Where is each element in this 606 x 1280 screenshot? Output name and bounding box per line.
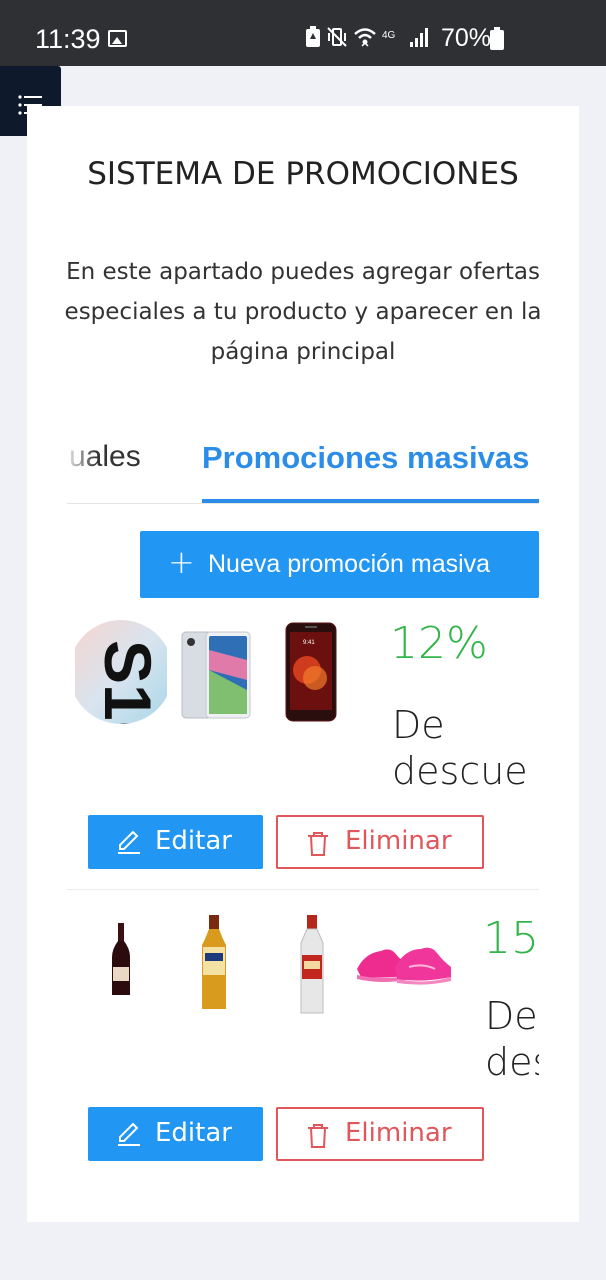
tab-promociones-masivas[interactable]: Promociones masivas [202, 440, 529, 476]
page-title: SISTEMA DE PROMOCIONES [87, 156, 519, 192]
tab-bar: uales Promociones masivas [67, 410, 539, 504]
edit-label: Editar [155, 1118, 232, 1148]
battery-percentage: 70% [441, 24, 492, 52]
delete-label: Eliminar [345, 826, 452, 856]
promotion-card-1: S10 9:41 12% De descue [67, 610, 539, 805]
product-thumbnail-wine-bottle [109, 923, 133, 997]
promotion-caption-line2: descue [392, 749, 528, 793]
4g-icon: 4G [382, 26, 404, 53]
new-mass-promotion-label: Nueva promoción masiva [208, 550, 491, 578]
pencil-icon [118, 1122, 140, 1146]
trash-icon [308, 832, 328, 856]
svg-text:9:41: 9:41 [303, 640, 315, 646]
page-description: En este apartado puedes agregar ofertas … [64, 259, 542, 365]
battery-icon [490, 27, 504, 50]
wifi-icon [353, 26, 377, 53]
gallery-icon [108, 30, 127, 47]
promotion-percent: 12% [390, 618, 488, 669]
product-thumbnail-iphone-8: 9:41 [285, 622, 337, 722]
delete-label: Eliminar [345, 1118, 452, 1148]
edit-promotion-button[interactable]: Editar [88, 1107, 263, 1161]
product-thumbnail-tequila-bottle [199, 915, 229, 1011]
vibrate-icon [326, 26, 348, 53]
plus-icon: + [168, 543, 195, 581]
signal-icon [409, 26, 429, 53]
promotion-caption-line2: des [485, 1040, 539, 1084]
promotion-caption-line1: De [485, 994, 538, 1038]
promotion-divider [67, 889, 539, 890]
trash-icon [308, 1124, 328, 1148]
svg-text:S10: S10 [91, 640, 165, 725]
delete-promotion-button[interactable]: Eliminar [276, 815, 484, 869]
product-thumbnail-galaxy-s10: S10 [75, 620, 167, 725]
delete-promotion-button[interactable]: Eliminar [276, 1107, 484, 1161]
status-bar: 11:39 4G 70% [0, 0, 606, 66]
tab-active-indicator [202, 499, 539, 503]
pencil-icon [118, 830, 140, 854]
status-time: 11:39 [35, 24, 101, 54]
product-thumbnail-pink-sneakers [355, 939, 453, 987]
product-thumbnail-vodka-bottle [297, 915, 327, 1015]
promotion-card-2: 15% De des [67, 905, 539, 1095]
edit-label: Editar [155, 826, 232, 856]
product-thumbnail-galaxy-a71 [180, 630, 252, 720]
new-mass-promotion-button[interactable]: + Nueva promoción masiva [140, 531, 539, 598]
svg-text:4G: 4G [382, 30, 396, 41]
tab-scroll-fade [67, 410, 97, 503]
promotion-percent: 15% [483, 913, 539, 964]
edit-promotion-button[interactable]: Editar [88, 815, 263, 869]
battery-saver-icon [305, 26, 321, 53]
promotion-caption-line1: De [392, 703, 445, 747]
status-icons: 4G [305, 26, 429, 53]
